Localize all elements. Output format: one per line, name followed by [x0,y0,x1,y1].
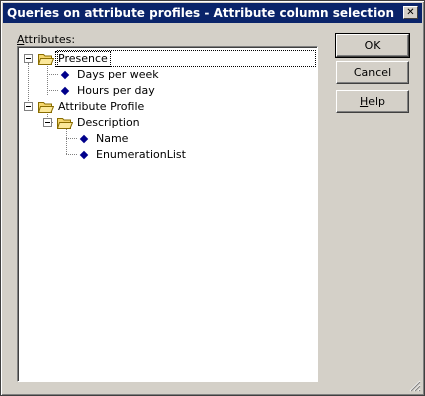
tree-item-label: Attribute Profile [58,100,145,113]
tree-item-attribute-profile[interactable]: Attribute Profile [18,99,315,115]
tree-item-label: Days per week [77,68,159,81]
collapse-icon[interactable] [24,54,33,63]
attribute-diamond-icon [79,134,89,144]
help-button-text: elp [368,95,386,108]
close-icon: ✕ [406,6,415,18]
folder-open-icon [38,102,54,113]
tree-item-name[interactable]: Name [18,131,315,147]
focus-rect [57,50,316,67]
attribute-diamond-icon [60,86,70,96]
tree-item-hours-per-day[interactable]: Hours per day [18,83,315,99]
tree-item-label: Hours per day [77,84,155,97]
collapse-icon[interactable] [24,102,33,111]
tree-item-presence[interactable]: Presence [18,50,316,67]
help-button[interactable]: Help [336,90,409,113]
collapse-icon[interactable] [43,118,52,127]
help-button-accel: H [359,95,369,108]
dialog-window: Queries on attribute profiles - Attribut… [0,0,425,396]
attributes-label: Attributes: [17,33,75,46]
tree-item-days-per-week[interactable]: Days per week [18,67,315,83]
tree-item-enumerationlist[interactable]: EnumerationList [18,147,315,163]
resize-grip-icon[interactable] [409,380,421,392]
ok-button[interactable]: OK [335,33,410,58]
cancel-button[interactable]: Cancel [336,61,409,84]
folder-open-icon [57,118,73,129]
tree-item-description[interactable]: Description [18,115,315,131]
close-button[interactable]: ✕ [403,6,418,19]
window-title: Queries on attribute profiles - Attribut… [7,6,394,20]
tree-item-label: Name [96,132,129,145]
tree-item-label: Description [77,116,140,129]
tree-item-label: EnumerationList [96,148,186,161]
folder-open-icon [38,54,54,65]
attributes-tree[interactable]: Presence Days per week Hours per day Att… [17,46,318,382]
attribute-diamond-icon [60,70,70,80]
attributes-label-text: ttributes: [24,33,76,46]
attribute-diamond-icon [79,150,89,160]
title-bar[interactable]: Queries on attribute profiles - Attribut… [3,3,422,23]
